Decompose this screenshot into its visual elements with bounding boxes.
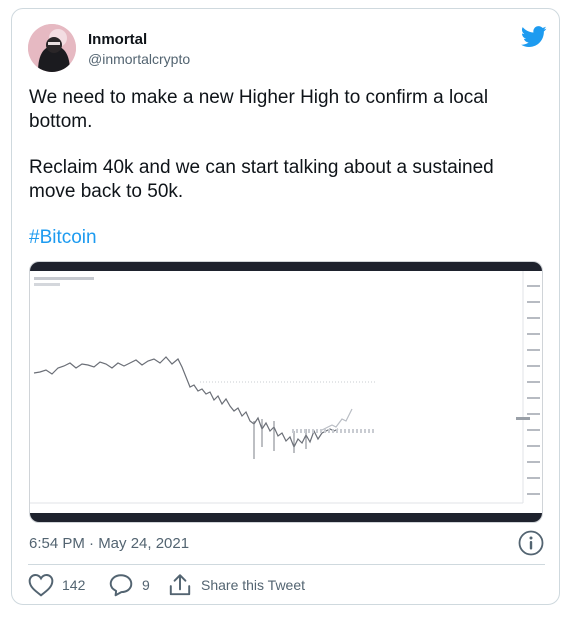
share-arrow-icon xyxy=(169,574,191,596)
share-button[interactable]: Share this Tweet xyxy=(167,572,305,598)
tweet-image[interactable] xyxy=(29,261,543,523)
reply-bubble-icon xyxy=(109,574,133,597)
tweet-paragraph-2: Reclaim 40k and we can start talking abo… xyxy=(29,157,494,202)
tweet-card[interactable]: Inmortal @inmortalcrypto We need to make… xyxy=(11,8,560,605)
twitter-bird-icon[interactable] xyxy=(521,26,547,48)
info-icon[interactable] xyxy=(518,530,544,556)
share-label: Share this Tweet xyxy=(201,577,306,593)
heart-icon xyxy=(28,574,54,597)
reply-button[interactable]: 9 xyxy=(108,572,150,598)
tweet-text: We need to make a new Higher High to con… xyxy=(29,86,544,250)
user-handle[interactable]: @inmortalcrypto xyxy=(88,51,190,67)
reply-count: 9 xyxy=(142,577,150,593)
like-count: 142 xyxy=(62,577,86,593)
divider xyxy=(28,564,545,565)
price-chart xyxy=(30,271,540,504)
tweet-paragraph-1: We need to make a new Higher High to con… xyxy=(29,87,489,132)
chart-footer-bar xyxy=(30,513,542,522)
display-name[interactable]: Inmortal xyxy=(88,31,147,48)
tweet-timestamp[interactable]: 6:54 PM · May 24, 2021 xyxy=(29,535,189,552)
avatar[interactable] xyxy=(28,24,76,72)
like-button[interactable]: 142 xyxy=(28,572,85,598)
hashtag-link[interactable]: #Bitcoin xyxy=(29,227,97,248)
chart-header-bar xyxy=(30,262,542,271)
